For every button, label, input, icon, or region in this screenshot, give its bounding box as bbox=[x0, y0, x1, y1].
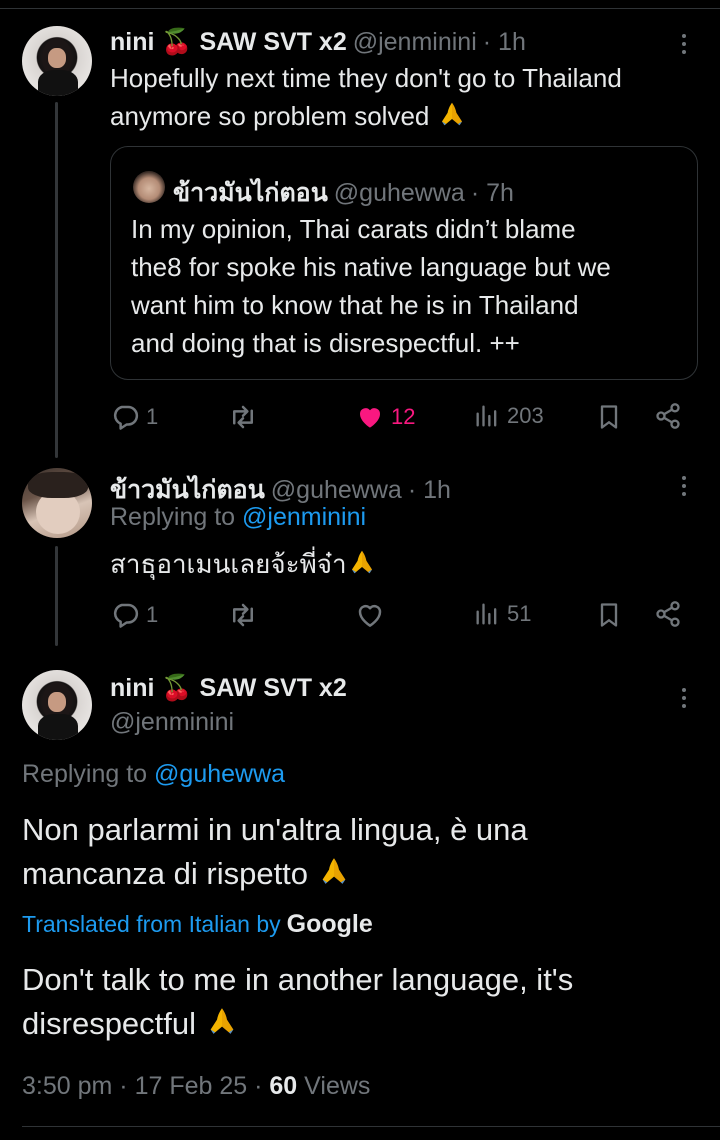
tweet-text: สาธุอาเมนเลยจ้ะพี่จ๋า bbox=[110, 545, 377, 583]
translation-text: Don't talk to me in another language, it… bbox=[22, 958, 573, 1046]
bookmark-icon bbox=[595, 600, 623, 630]
tweet-header: nini 🍒 SAW SVT x2 @jenminini · 1h bbox=[110, 28, 526, 57]
share-button[interactable] bbox=[654, 600, 682, 628]
pray-emoji-icon bbox=[205, 1004, 239, 1038]
views-icon bbox=[473, 600, 501, 628]
share-icon bbox=[654, 402, 682, 430]
quoted-tweet-card[interactable]: ข้าวมันไก่ตอน @guhewwa · 7h In my opinio… bbox=[110, 146, 698, 380]
views-label: Views bbox=[304, 1072, 371, 1100]
retweet-button[interactable] bbox=[228, 600, 258, 630]
replying-prefix: Replying to bbox=[22, 760, 148, 788]
thread-line bbox=[55, 102, 58, 458]
views-count: 60 bbox=[269, 1072, 298, 1100]
retweet-icon bbox=[228, 402, 258, 432]
tweet-text-line: สาธุอาเมนเลยจ้ะพี่จ๋า bbox=[110, 549, 347, 579]
replying-prefix: Replying to bbox=[110, 503, 236, 531]
display-name[interactable]: nini 🍒 SAW SVT x2 bbox=[110, 674, 347, 703]
reply-icon bbox=[110, 402, 140, 432]
bookmark-button[interactable] bbox=[595, 402, 623, 432]
username[interactable]: @guhewwa bbox=[271, 476, 402, 505]
reply-icon bbox=[110, 600, 140, 630]
more-icon[interactable] bbox=[682, 476, 686, 496]
username[interactable]: @jenminini bbox=[110, 708, 234, 737]
replying-to: Replying to @jenminini bbox=[110, 503, 366, 532]
tweet-text-line: Hopefully next time they don't go to Tha… bbox=[110, 63, 622, 93]
replying-to: Replying to @guhewwa bbox=[22, 760, 285, 789]
reply-button[interactable]: 1 bbox=[110, 402, 158, 432]
main-tweet-text: Non parlarmi in un'altra lingua, è una m… bbox=[22, 808, 528, 896]
pray-emoji-icon bbox=[347, 547, 377, 577]
top-divider bbox=[0, 8, 720, 9]
like-button[interactable] bbox=[355, 600, 385, 630]
quote-text-line: In my opinion, Thai carats didn’t blame bbox=[131, 214, 576, 244]
quote-text-line: and doing that is disrespectful. ++ bbox=[131, 328, 520, 358]
thread-line bbox=[55, 546, 58, 646]
post-time[interactable]: 3:50 pm bbox=[22, 1072, 112, 1100]
like-button[interactable]: 12 bbox=[355, 402, 415, 432]
like-count: 12 bbox=[391, 404, 416, 429]
like-icon bbox=[355, 402, 385, 432]
username[interactable]: @jenminini bbox=[353, 28, 477, 57]
bottom-divider bbox=[22, 1126, 720, 1127]
tweet-text: Hopefully next time they don't go to Tha… bbox=[110, 59, 700, 135]
translation-line: disrespectful bbox=[22, 1006, 197, 1041]
views-button[interactable]: 51 bbox=[473, 600, 531, 628]
quote-header: ข้าวมันไก่ตอน @guhewwa · 7h bbox=[173, 173, 514, 213]
quote-text-line: want him to know that he is in Thailand bbox=[131, 290, 579, 320]
translated-label[interactable]: Translated from Italian by bbox=[22, 911, 281, 938]
reply-count: 1 bbox=[146, 404, 159, 429]
views-icon bbox=[473, 402, 501, 430]
translation-attribution[interactable]: Translated from Italian by Google bbox=[22, 910, 373, 939]
retweet-icon bbox=[228, 600, 258, 630]
pray-emoji-icon bbox=[317, 854, 351, 888]
quote-display-name: ข้าวมันไก่ตอน bbox=[173, 179, 328, 207]
main-text-line: Non parlarmi in un'altra lingua, è una bbox=[22, 812, 528, 847]
bookmark-button[interactable] bbox=[595, 600, 623, 630]
timestamp[interactable]: · 1h bbox=[408, 476, 451, 505]
tweet-text-line: anymore so problem solved bbox=[110, 101, 430, 131]
views-count: 51 bbox=[507, 601, 532, 626]
avatar[interactable] bbox=[22, 670, 92, 740]
pray-emoji-icon bbox=[437, 99, 467, 129]
quote-text: In my opinion, Thai carats didn’t blame … bbox=[131, 210, 687, 362]
views-button[interactable]: 203 bbox=[473, 402, 544, 430]
google-logo: Google bbox=[286, 910, 373, 938]
avatar[interactable] bbox=[22, 468, 92, 538]
quote-avatar bbox=[133, 171, 165, 203]
translation-line: Don't talk to me in another language, it… bbox=[22, 962, 574, 997]
quote-text-line: the8 for spoke his native language but w… bbox=[131, 252, 611, 282]
replying-to-link[interactable]: @guhewwa bbox=[154, 760, 285, 788]
post-date[interactable]: 17 Feb 25 bbox=[135, 1072, 248, 1100]
timestamp[interactable]: · 1h bbox=[483, 28, 526, 57]
avatar[interactable] bbox=[22, 26, 92, 96]
reply-count: 1 bbox=[146, 602, 159, 627]
like-icon bbox=[355, 600, 385, 630]
quote-timestamp: · 7h bbox=[470, 178, 514, 207]
share-button[interactable] bbox=[654, 402, 682, 430]
views-count: 203 bbox=[507, 403, 544, 428]
quote-username: @guhewwa bbox=[333, 178, 465, 207]
replying-to-link[interactable]: @jenminini bbox=[242, 503, 366, 531]
bookmark-icon bbox=[595, 402, 623, 432]
reply-button[interactable]: 1 bbox=[110, 600, 158, 630]
display-name[interactable]: nini 🍒 SAW SVT x2 bbox=[110, 28, 347, 57]
more-icon[interactable] bbox=[682, 688, 686, 708]
share-icon bbox=[654, 600, 682, 628]
main-text-line: mancanza di rispetto bbox=[22, 856, 309, 891]
more-icon[interactable] bbox=[682, 34, 686, 54]
tweet-meta: 3:50 pm · 17 Feb 25 · 60 Views bbox=[22, 1072, 371, 1100]
retweet-button[interactable] bbox=[228, 402, 258, 432]
